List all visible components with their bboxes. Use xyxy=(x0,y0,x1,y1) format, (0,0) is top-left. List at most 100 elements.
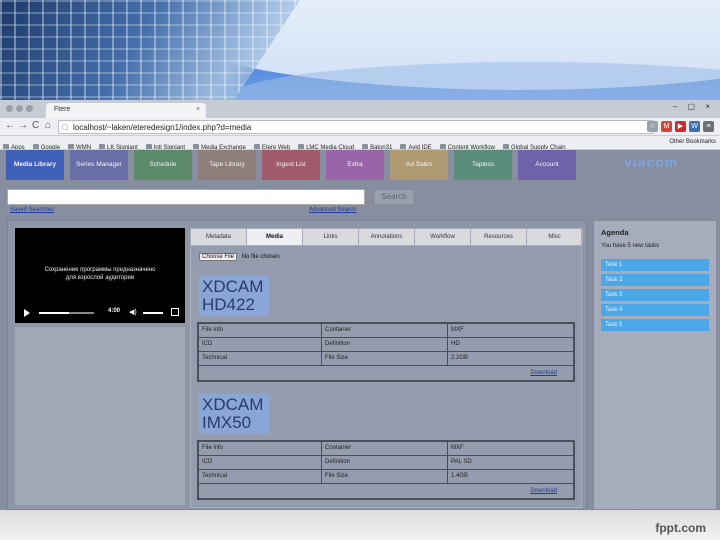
page-icon: ▢ xyxy=(62,124,69,131)
column-divider xyxy=(447,470,448,483)
saved-searches-link[interactable]: Saved Searches xyxy=(10,207,54,213)
format-title: XDCAM HD422 xyxy=(199,276,269,316)
window-controls[interactable]: – ▢ × xyxy=(673,102,714,111)
video-progress-bar[interactable] xyxy=(39,312,94,314)
volume-icon[interactable]: ◀) xyxy=(129,308,137,316)
nav-tab[interactable]: Ingest List xyxy=(262,150,320,180)
bookmark-item[interactable]: Etere Web xyxy=(251,141,295,149)
table-cell: Technical xyxy=(202,473,228,479)
column-divider xyxy=(447,338,448,351)
table-cell: 2.2GB xyxy=(451,355,469,361)
video-player[interactable]: Сохранение программы предназначено для в… xyxy=(15,228,185,323)
table-cell: File Size xyxy=(325,473,349,479)
volume-slider[interactable] xyxy=(143,312,163,314)
column-divider xyxy=(321,352,322,365)
extension-icon[interactable]: ▶ xyxy=(675,121,686,132)
column-divider xyxy=(447,324,448,337)
column-divider xyxy=(447,442,448,455)
detail-tab[interactable]: Media xyxy=(247,229,303,245)
detail-tab[interactable]: Workflow xyxy=(415,229,471,245)
download-link[interactable]: Download xyxy=(530,488,557,494)
window-dot-icon[interactable] xyxy=(6,105,13,112)
task-item[interactable]: Task 1 xyxy=(601,259,709,271)
browser-tab[interactable]: Ftere × xyxy=(46,103,206,118)
table-cell: HD xyxy=(451,341,460,347)
detail-tab[interactable]: Annotations xyxy=(359,229,415,245)
table-cell: PAL SD xyxy=(451,459,472,465)
bookmark-item[interactable]: WMN xyxy=(65,141,96,149)
video-time: 4:00 xyxy=(108,308,121,314)
nav-tab[interactable]: Series Manager xyxy=(70,150,128,180)
bookmark-item[interactable]: LK Signiant xyxy=(96,141,143,149)
table-row: Technical File Size 1.4GB xyxy=(199,470,573,484)
detail-tab[interactable]: Misc xyxy=(527,229,583,245)
task-item[interactable]: Task 3 xyxy=(601,289,709,301)
play-icon[interactable] xyxy=(24,309,30,317)
search-button[interactable]: Search xyxy=(374,189,414,205)
extension-icon[interactable]: ≡ xyxy=(703,121,714,132)
home-icon[interactable]: ⌂ xyxy=(45,120,51,131)
video-caption: Сохранение программы предназначено для в… xyxy=(15,266,185,282)
format-title-line: HD422 xyxy=(202,295,255,314)
advanced-search-link[interactable]: Advanced Search xyxy=(309,207,356,213)
agenda-title: Agenda xyxy=(601,228,629,237)
nav-tab[interactable]: Schedule xyxy=(134,150,192,180)
bookmark-item[interactable]: Global Supply Chain xyxy=(500,141,571,149)
nav-tab[interactable]: Account xyxy=(518,150,576,180)
table-cell: ICD xyxy=(202,459,213,465)
tab-close-icon[interactable]: × xyxy=(196,106,200,113)
download-link[interactable]: Download xyxy=(530,370,557,376)
nav-tab[interactable]: Tape Library xyxy=(198,150,256,180)
bookmark-item[interactable]: Apps xyxy=(0,141,30,149)
bookmark-item[interactable]: Content Workflow xyxy=(437,141,500,149)
table-cell: Technical xyxy=(202,355,228,361)
detail-tab[interactable]: Links xyxy=(303,229,359,245)
task-item[interactable]: Task 5 xyxy=(601,319,709,331)
window-dot-icon[interactable] xyxy=(16,105,23,112)
extension-icons: ☆ M ▶ W ≡ xyxy=(647,121,714,132)
bookmark-item[interactable]: Media Exchange xyxy=(190,141,251,149)
bookmark-item[interactable]: Intl Signiant xyxy=(143,141,190,149)
bookmark-item[interactable]: Google xyxy=(30,141,65,149)
nav-tab[interactable]: Extra xyxy=(326,150,384,180)
bookmark-list: Apps Google WMN LK Signiant Intl Signiant Med… xyxy=(0,136,571,149)
column-divider xyxy=(321,442,322,455)
column-divider xyxy=(321,456,322,469)
nav-tab[interactable]: Tapless xyxy=(454,150,512,180)
extension-icon[interactable]: W xyxy=(689,121,700,132)
media-pane: Choose File No file chosen XDCAM HD422 Fil… xyxy=(190,246,582,508)
task-item[interactable]: Task 4 xyxy=(601,304,709,316)
video-caption-line: для взрослой аудитории xyxy=(65,275,135,281)
agenda-panel: Agenda You have 5 new tasks Task 1 Task 2… xyxy=(593,220,717,510)
bookmark-item[interactable]: Baton31 xyxy=(359,141,397,149)
extension-icon[interactable]: M xyxy=(661,121,672,132)
other-bookmarks[interactable]: Other Bookmarks xyxy=(669,139,716,145)
table-cell: File Size xyxy=(325,355,349,361)
browser-window: Ftere × – ▢ × ← → C ⌂ ▢ localhost/~laken… xyxy=(0,100,720,510)
search-input[interactable] xyxy=(7,189,365,205)
file-status: No file chosen xyxy=(241,254,280,260)
table-cell: 1.4GB xyxy=(451,473,469,479)
detail-tab[interactable]: Metadata xyxy=(191,229,247,245)
format-table: File info Container MXF ICD Definition PAL SD… xyxy=(197,440,575,500)
task-item[interactable]: Task 2 xyxy=(601,274,709,286)
format-title: XDCAM IMX50 xyxy=(199,394,269,434)
bookmark-item[interactable]: LMC Media Cloud xyxy=(295,141,359,149)
brand-text: fppt.com xyxy=(655,521,706,535)
reload-icon[interactable]: C xyxy=(32,120,39,131)
window-dot-icon[interactable] xyxy=(26,105,33,112)
bookmark-item[interactable]: Avid IDE xyxy=(397,141,436,149)
address-bar[interactable]: ▢ localhost/~laken/eteredesign1/index.ph… xyxy=(58,120,654,134)
table-footer: Download xyxy=(199,484,573,498)
back-icon[interactable]: ← xyxy=(5,120,15,131)
detail-tab[interactable]: Resources xyxy=(471,229,527,245)
file-upload[interactable]: Choose File No file chosen xyxy=(199,253,280,261)
table-row: Technical File Size 2.2GB xyxy=(199,352,573,366)
extension-icon[interactable]: ☆ xyxy=(647,121,658,132)
fullscreen-icon[interactable] xyxy=(171,308,179,316)
choose-file-button[interactable]: Choose File xyxy=(199,253,238,261)
video-controls: 4:00 ◀) xyxy=(21,308,179,318)
nav-tab[interactable]: Media Library xyxy=(6,150,64,180)
nav-tab[interactable]: Ad Sales xyxy=(390,150,448,180)
forward-icon[interactable]: → xyxy=(18,120,28,131)
